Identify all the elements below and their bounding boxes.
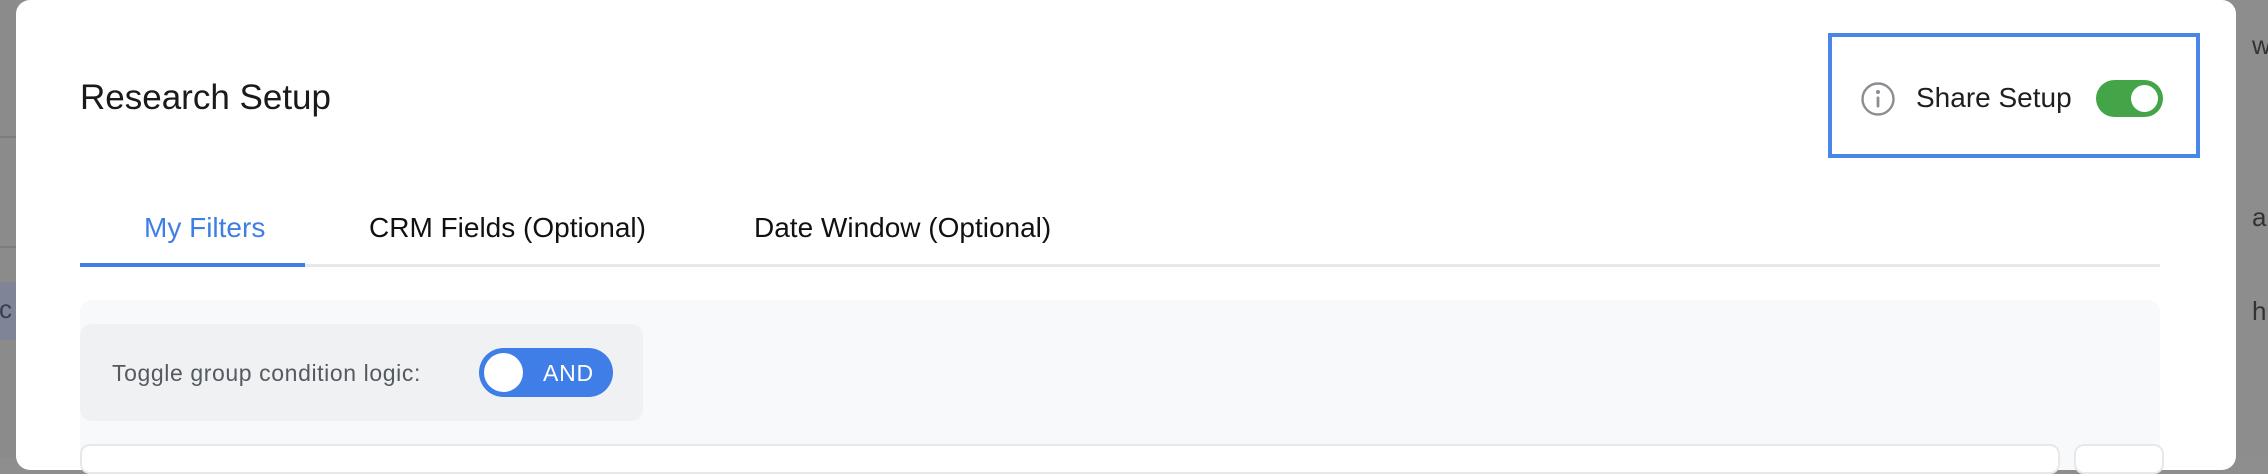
tab-date-window[interactable]: Date Window (Optional) (754, 212, 1051, 244)
filter-row-action[interactable] (2074, 444, 2164, 474)
tab-my-filters[interactable]: My Filters (144, 212, 265, 244)
group-logic-value: AND (543, 360, 594, 387)
filter-condition-row[interactable] (80, 444, 2060, 474)
background-text-fragment: w (2252, 30, 2268, 61)
background-text-fragment: h (2252, 296, 2266, 327)
toggle-knob (484, 353, 523, 392)
share-setup-toggle[interactable] (2096, 80, 2163, 117)
background-text-fragment: a (2252, 202, 2266, 233)
modal-title: Research Setup (80, 78, 331, 118)
background-divider (0, 246, 16, 248)
share-setup-label: Share Setup (1916, 82, 2072, 114)
tab-crm-fields[interactable]: CRM Fields (Optional) (369, 212, 646, 244)
group-logic-toggle[interactable]: AND (479, 348, 613, 397)
active-tab-indicator (80, 263, 305, 267)
info-icon[interactable] (1860, 81, 1896, 117)
background-divider (0, 136, 16, 138)
group-logic-label: Toggle group condition logic: (112, 360, 421, 387)
background-sidebar (0, 0, 16, 458)
toggle-knob (2131, 85, 2158, 112)
tabs-divider (80, 264, 2160, 267)
background-text-fragment: cc (0, 294, 12, 325)
